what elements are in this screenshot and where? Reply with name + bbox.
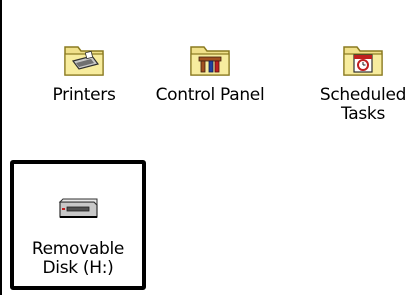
- control-panel-item[interactable]: Control Panel: [150, 38, 270, 105]
- printers-item[interactable]: Printers: [38, 38, 130, 105]
- window-left-border: [0, 0, 2, 295]
- removable-disk-label: Removable Disk (H:): [31, 239, 125, 278]
- scheduled-tasks-label: Scheduled Tasks: [319, 85, 407, 124]
- scheduled-tasks-item[interactable]: Scheduled Tasks: [306, 38, 420, 124]
- printers-label: Printers: [52, 85, 116, 105]
- removable-disk-item[interactable]: Removable Disk (H:): [10, 160, 146, 290]
- control-panel-label: Control Panel: [155, 85, 265, 105]
- explorer-window-content: Printers Control Panel Scheduled Tasks R…: [0, 0, 420, 295]
- removable-disk-icon: [56, 188, 100, 228]
- control-panel-folder-icon: [188, 38, 232, 78]
- printers-folder-icon: [62, 38, 106, 78]
- scheduled-tasks-folder-icon: [341, 38, 385, 78]
